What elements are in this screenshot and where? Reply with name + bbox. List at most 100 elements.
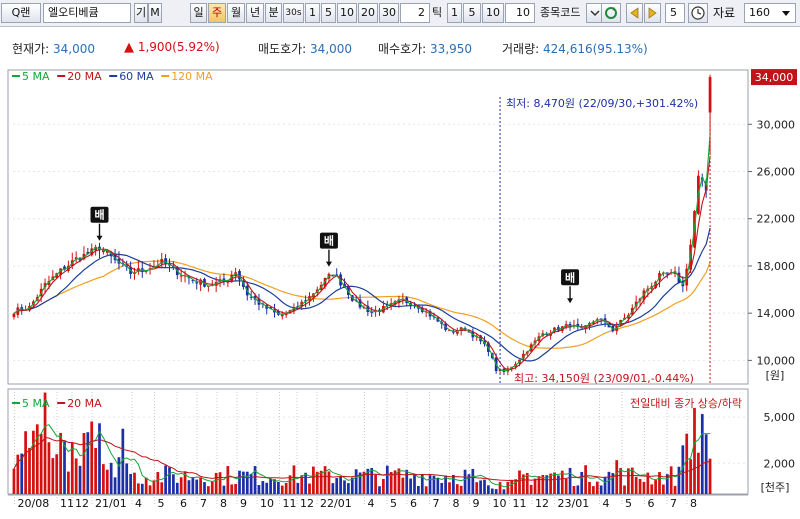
tick-count-input[interactable]: 2	[400, 3, 430, 23]
bid-price: 매수호가: 33,950	[378, 40, 472, 57]
volume-bar	[424, 486, 428, 494]
volume-legend-label: 5 MA	[22, 397, 50, 410]
x-tick-label: 21/01	[95, 497, 127, 510]
legend-label: 5 MA	[22, 70, 50, 83]
period-year-button[interactable]: 년	[246, 3, 264, 23]
volume-bar	[370, 467, 374, 494]
period-month-button[interactable]: 월	[227, 3, 245, 23]
data-count-select[interactable]: 160	[744, 3, 796, 23]
x-tick-label: 10	[493, 497, 507, 510]
volume-bar	[677, 466, 681, 494]
volume-legend-label: 20 MA	[67, 397, 102, 410]
volume-bar	[603, 476, 607, 494]
period-minute-button[interactable]: 분	[265, 3, 282, 23]
volume-bar	[665, 474, 669, 494]
volume-bar	[261, 481, 265, 494]
x-tick-label: 4	[368, 497, 375, 510]
volume-bar	[238, 470, 241, 494]
volume-bar	[269, 478, 272, 494]
interval-30s-button[interactable]: 30s	[283, 3, 304, 23]
volume-bar	[401, 477, 405, 494]
step-input[interactable]: 5	[665, 3, 685, 23]
volume-bar	[218, 472, 222, 494]
volume-bar	[67, 471, 70, 494]
ask-price-value: 34,000	[310, 42, 353, 56]
volume-bar	[144, 477, 148, 494]
volume-bar	[133, 472, 136, 494]
clock-button[interactable]	[688, 3, 708, 23]
interval-20-button[interactable]: 20	[358, 3, 378, 23]
tick-1-button[interactable]: 1	[447, 3, 462, 23]
volume-bar	[490, 488, 494, 494]
volume-bar	[689, 459, 692, 494]
period-day-button[interactable]: 일	[190, 3, 207, 23]
volume-bar	[179, 477, 183, 494]
tick-value-input[interactable]: 10	[505, 3, 535, 23]
prev-button[interactable]	[626, 3, 643, 23]
volume-bar	[374, 474, 377, 494]
price-tick-label: 10,000	[757, 354, 796, 367]
buy-signal-label: 배	[565, 270, 575, 284]
volume-bar	[168, 467, 171, 494]
volume-bar	[448, 482, 451, 494]
interval-10-button[interactable]: 10	[337, 3, 357, 23]
m-button[interactable]: M	[148, 3, 162, 23]
interval-30-button[interactable]: 30	[379, 3, 399, 23]
volume-bar	[669, 466, 673, 494]
legend-label: 60 MA	[119, 70, 154, 83]
volume-bar	[662, 484, 665, 494]
volume-bar	[607, 471, 611, 494]
volume-bar	[343, 480, 346, 494]
stock-name-input[interactable]: 엘오티베큠	[43, 3, 131, 23]
stock-chart-svg[interactable]: 최저: 8,470원 (22/09/30,+301.42%) 최고: 34,150…	[0, 67, 800, 516]
tick-10-button[interactable]: 10	[482, 3, 504, 23]
volume-bar	[697, 452, 700, 494]
x-tick-label: 22/01	[320, 497, 352, 510]
period-week-button[interactable]: 주	[208, 3, 226, 23]
quote-info-bar: 현재가: 34,000 ▲ 1,900(5.92%) 매도호가: 34,000 …	[0, 27, 800, 67]
volume-bar	[599, 485, 603, 494]
volume-bar	[63, 441, 66, 494]
volume-bar	[257, 485, 261, 494]
volume-bar	[245, 471, 249, 494]
stock-search-button[interactable]: Q랜	[1, 3, 41, 23]
volume-bar	[308, 483, 311, 494]
next-button[interactable]	[644, 3, 661, 23]
chevron-down-icon	[782, 11, 790, 16]
volume-bar	[296, 483, 300, 494]
volume-bar	[592, 486, 595, 494]
volume-bar	[409, 478, 412, 494]
volume-bar	[623, 485, 626, 494]
volume-bar	[195, 479, 199, 494]
x-tick-label: 11	[60, 497, 74, 510]
volume-bar	[148, 485, 152, 494]
high-annotation: 최저: 8,470원 (22/09/30,+301.42%)	[506, 97, 698, 110]
x-tick-label: 9	[473, 497, 480, 510]
tick-5-button[interactable]: 5	[463, 3, 481, 23]
volume-bar	[277, 481, 280, 494]
data-count-label: 자료	[713, 6, 736, 20]
volume-bar	[572, 486, 576, 494]
volume-bar	[417, 486, 420, 494]
interval-1-button[interactable]: 1	[305, 3, 320, 23]
volume-bar	[673, 485, 677, 494]
volume-bar	[463, 469, 467, 494]
refresh-button[interactable]	[601, 3, 621, 23]
volume-bar	[432, 475, 436, 494]
volume-bar	[475, 482, 479, 494]
volume-bar	[160, 482, 164, 494]
gi-button[interactable]: 기	[134, 3, 148, 23]
volume-bar	[90, 421, 94, 494]
volume-bar	[327, 471, 331, 494]
legend-label: 20 MA	[67, 70, 102, 83]
x-tick-label: 5	[158, 497, 165, 510]
volume-bar	[654, 480, 657, 494]
volume-bar	[331, 483, 335, 494]
interval-5-button[interactable]: 5	[321, 3, 336, 23]
volume-bar	[74, 458, 78, 494]
volume-bar	[59, 432, 62, 494]
candle-body	[12, 313, 16, 318]
current-price-value: 34,000	[53, 42, 95, 56]
volume-bar	[335, 478, 339, 494]
volume-bar	[385, 465, 389, 494]
